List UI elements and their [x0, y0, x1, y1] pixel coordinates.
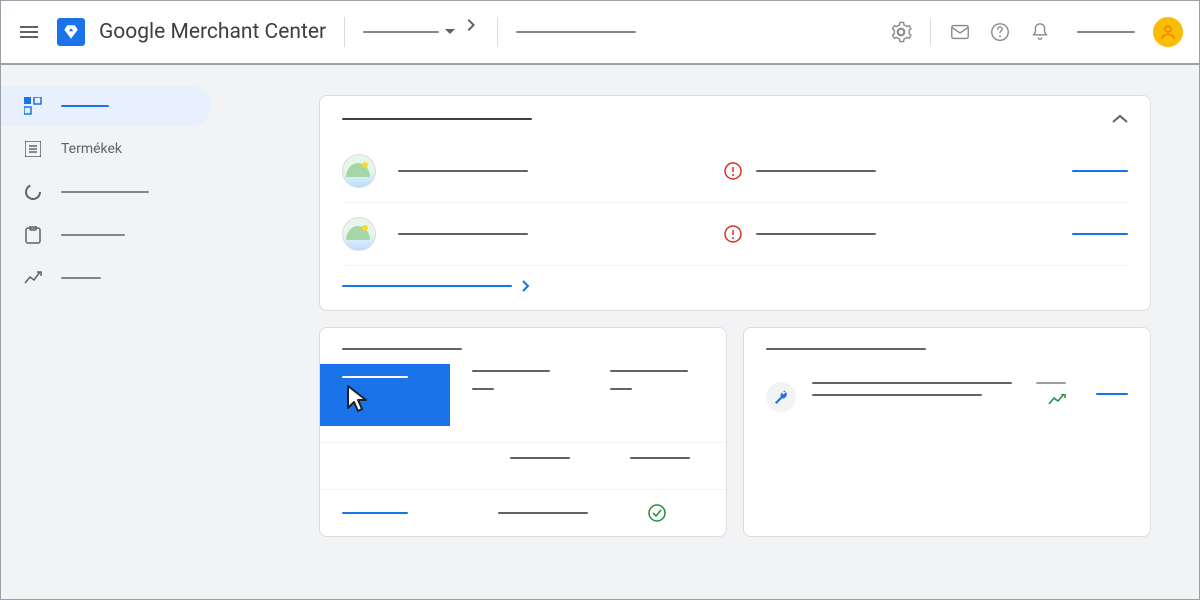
content-area: [219, 65, 1199, 599]
link-text: [342, 285, 512, 288]
tools-card: [743, 327, 1151, 537]
help-icon[interactable]: [989, 21, 1011, 43]
stat-header: [510, 457, 570, 459]
sidebar-item-marketing[interactable]: [1, 215, 211, 255]
sidebar-item-label: Termékek: [61, 141, 122, 157]
sidebar-item-products[interactable]: Termékek: [1, 129, 211, 169]
tool-line-1: [812, 382, 1012, 384]
account-selector[interactable]: [363, 29, 461, 35]
collapse-chevron-up-icon[interactable]: [1112, 114, 1128, 124]
divider: [344, 17, 345, 47]
stats-card: [319, 327, 727, 537]
app-title: Google Merchant Center: [99, 20, 326, 44]
sidebar-nav: Termékek: [1, 65, 219, 599]
account-name-placeholder: [363, 31, 439, 33]
trend-up-icon: [1048, 394, 1066, 406]
stat-column: [510, 457, 570, 475]
stat-spacer: [342, 457, 450, 475]
cursor-pointer-icon: [344, 382, 378, 416]
mail-icon[interactable]: [949, 21, 971, 43]
stat-column: [472, 370, 550, 426]
card-header: [342, 114, 1128, 124]
wrench-icon: [766, 382, 796, 412]
stat-column: [610, 370, 688, 426]
featured-stat-label: [342, 376, 408, 378]
issue-status: [724, 225, 876, 243]
bottom-cards-row: [319, 327, 1151, 537]
stat-row-2: [320, 442, 726, 489]
stat-column: [630, 457, 690, 475]
tool-line-2: [812, 394, 982, 396]
sidebar-item-performance[interactable]: [1, 172, 211, 212]
dashboard-icon: [23, 96, 43, 116]
issue-row[interactable]: [342, 140, 1128, 203]
tool-description: [812, 382, 1020, 396]
issue-action-link[interactable]: [1072, 170, 1128, 173]
sidebar-item-label: [61, 277, 101, 279]
account-label[interactable]: [1077, 31, 1135, 33]
error-circle-icon: [724, 225, 742, 243]
divider: [930, 19, 931, 45]
product-thumbnail: [342, 154, 376, 188]
notifications-bell-icon[interactable]: [1029, 21, 1051, 43]
merchant-center-logo: [57, 18, 85, 46]
tool-metrics: [1036, 382, 1128, 406]
stat-footer-text: [498, 512, 588, 514]
sidebar-item-label: [61, 105, 109, 107]
stat-header: [610, 370, 688, 372]
clipboard-icon: [23, 225, 43, 245]
stat-columns: [450, 364, 704, 426]
card-title: [342, 348, 462, 350]
error-circle-icon: [724, 162, 742, 180]
sidebar-item-growth[interactable]: [1, 258, 211, 298]
stat-value: [1036, 382, 1066, 384]
view-all-link[interactable]: [342, 280, 1128, 292]
dropdown-caret-icon: [445, 29, 455, 35]
hamburger-menu-icon[interactable]: [17, 20, 41, 44]
tool-stat: [1036, 382, 1066, 406]
issue-row[interactable]: [342, 203, 1128, 266]
issue-status: [724, 162, 876, 180]
issue-action-link[interactable]: [1072, 233, 1128, 236]
user-avatar[interactable]: [1153, 17, 1183, 47]
card-title: [766, 348, 926, 350]
chevron-right-icon: [467, 19, 475, 31]
stat-footer-row: [320, 489, 726, 536]
chevron-right-icon: [522, 280, 530, 292]
stat-header: [472, 370, 550, 372]
stat-value: [610, 388, 632, 390]
card-title: [342, 118, 532, 121]
tool-action-link[interactable]: [1096, 393, 1128, 396]
stat-header: [630, 457, 690, 459]
progress-circle-icon: [23, 182, 43, 202]
checkmark-circle-icon: [648, 504, 666, 522]
stats-grid: [342, 364, 704, 426]
sidebar-item-overview[interactable]: [1, 86, 211, 126]
sidebar-item-label: [61, 191, 149, 193]
issues-card: [319, 95, 1151, 311]
stat-value: [472, 388, 494, 390]
list-icon: [23, 139, 43, 159]
product-name: [398, 170, 528, 172]
featured-stat-tile[interactable]: [320, 364, 450, 426]
status-text: [756, 170, 876, 172]
divider: [497, 17, 498, 47]
app-header: Google Merchant Center: [1, 1, 1199, 65]
status-text: [756, 233, 876, 235]
search-placeholder[interactable]: [516, 31, 636, 33]
product-thumbnail: [342, 217, 376, 251]
header-actions: [890, 17, 1183, 47]
sidebar-item-label: [61, 234, 125, 236]
settings-gear-icon[interactable]: [890, 21, 912, 43]
product-name: [398, 233, 528, 235]
stat-footer-link[interactable]: [342, 512, 408, 515]
tool-item-row[interactable]: [766, 382, 1128, 412]
main-layout: Termékek: [1, 65, 1199, 599]
trend-up-icon: [23, 268, 43, 288]
